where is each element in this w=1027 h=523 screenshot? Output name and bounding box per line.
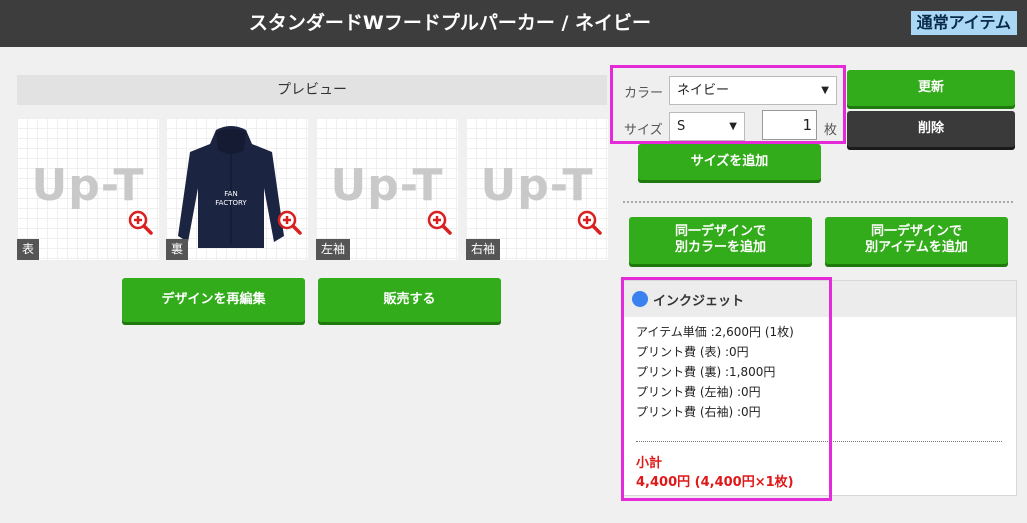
options-box: カラー ネイビー ▼ サイズ S ▼ 1 枚 bbox=[610, 65, 846, 144]
thumbnail-left-sleeve[interactable]: Up-T 左袖 bbox=[316, 118, 458, 260]
size-label: サイズ bbox=[624, 123, 663, 138]
subtotal-value: 4,400円 (4,400円×1枚) bbox=[636, 475, 794, 490]
side-label: 右袖 bbox=[466, 239, 501, 260]
side-label: 左袖 bbox=[316, 239, 351, 260]
sell-button[interactable]: 販売する bbox=[318, 278, 501, 322]
caret-down-icon: ▼ bbox=[729, 121, 737, 132]
color-label: カラー bbox=[624, 86, 664, 101]
price-line-back: プリント費 (裏) :1,800円 bbox=[636, 365, 776, 379]
update-button[interactable]: 更新 bbox=[847, 70, 1015, 106]
delete-button[interactable]: 削除 bbox=[847, 111, 1015, 147]
side-label: 表 bbox=[17, 239, 40, 260]
size-select-value: S bbox=[677, 119, 686, 134]
caret-down-icon: ▼ bbox=[821, 85, 829, 96]
thumbnail-logo: Up-T bbox=[480, 160, 594, 211]
side-label: 裏 bbox=[166, 239, 189, 260]
add-other-item-line2: 別アイテムを追加 bbox=[865, 240, 968, 255]
thumbnail-logo: Up-T bbox=[31, 160, 145, 211]
pricing-divider bbox=[636, 441, 1002, 442]
add-other-item-line1: 同一デザインで bbox=[870, 224, 962, 239]
reedit-design-button[interactable]: デザインを再編集 bbox=[122, 278, 305, 322]
color-select[interactable]: ネイビー ▼ bbox=[669, 76, 837, 105]
thumbnail-logo: Up-T bbox=[330, 160, 444, 211]
thumbnail-front[interactable]: Up-T 表 bbox=[17, 118, 159, 260]
add-other-color-line2: 別カラーを追加 bbox=[674, 240, 766, 255]
thumbnail-right-sleeve[interactable]: Up-T 右袖 bbox=[466, 118, 608, 260]
price-line-left-sleeve: プリント費 (左袖) :0円 bbox=[636, 385, 761, 399]
item-type-badge: 通常アイテム bbox=[910, 11, 1017, 35]
add-other-item-button[interactable]: 同一デザインで 別アイテムを追加 bbox=[825, 217, 1008, 264]
header-bar: スタンダードWフードプルパーカー / ネイビー 通常アイテム bbox=[0, 0, 1027, 47]
zoom-in-icon[interactable] bbox=[426, 209, 452, 235]
add-size-button[interactable]: サイズを追加 bbox=[638, 144, 821, 180]
hoodie-print-fan: FAN bbox=[224, 190, 237, 198]
pricing-header: インクジェット bbox=[624, 281, 1016, 317]
price-line-item: アイテム単価 :2,600円 (1枚) bbox=[636, 325, 794, 339]
page-title: スタンダードWフードプルパーカー / ネイビー bbox=[248, 12, 652, 34]
ink-dot-icon bbox=[632, 291, 648, 307]
price-line-front: プリント費 (表) :0円 bbox=[636, 345, 749, 359]
subtotal-label: 小計 bbox=[636, 456, 663, 471]
quantity-unit: 枚 bbox=[824, 123, 838, 138]
size-select[interactable]: S ▼ bbox=[669, 112, 745, 141]
preview-heading: プレビュー bbox=[17, 75, 607, 105]
zoom-in-icon[interactable] bbox=[576, 209, 602, 235]
zoom-in-icon[interactable] bbox=[276, 209, 302, 235]
color-select-value: ネイビー bbox=[677, 83, 730, 98]
quantity-input[interactable]: 1 bbox=[762, 110, 817, 140]
divider bbox=[623, 201, 1013, 203]
add-other-color-line1: 同一デザインで bbox=[674, 224, 766, 239]
pricing-panel: インクジェット アイテム単価 :2,600円 (1枚) プリント費 (表) :0… bbox=[623, 280, 1017, 496]
price-line-right-sleeve: プリント費 (右袖) :0円 bbox=[636, 405, 761, 419]
print-method: インクジェット bbox=[653, 294, 745, 309]
zoom-in-icon[interactable] bbox=[127, 209, 153, 235]
hoodie-print-factory: FACTORY bbox=[215, 199, 247, 207]
add-other-color-button[interactable]: 同一デザインで 別カラーを追加 bbox=[629, 217, 812, 264]
hoodie-image: FAN FACTORY bbox=[178, 126, 284, 248]
thumbnail-back[interactable]: FAN FACTORY 裏 bbox=[166, 118, 308, 260]
